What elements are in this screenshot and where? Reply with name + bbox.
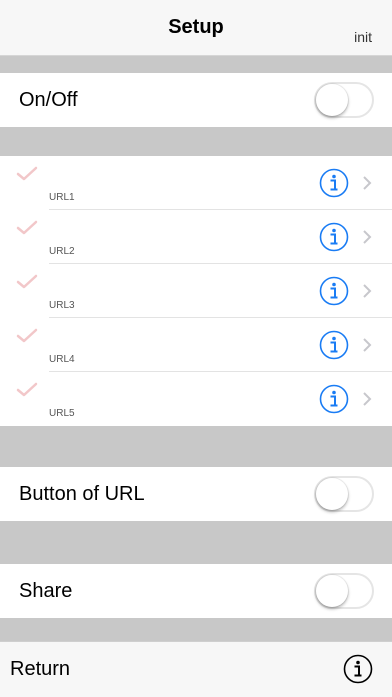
share-row: Share: [0, 564, 392, 618]
url-label: URL5: [49, 408, 75, 419]
button-of-url-label: Button of URL: [19, 483, 145, 505]
checkmark-icon: [16, 382, 38, 397]
chevron-right-icon: [363, 176, 372, 190]
toggle-knob: [316, 478, 348, 510]
nav-bar: Setup init: [0, 0, 392, 56]
onoff-row: On/Off: [0, 73, 392, 127]
info-circle-icon[interactable]: [319, 168, 349, 198]
share-toggle[interactable]: [314, 573, 374, 609]
url-row-3[interactable]: URL3: [0, 264, 392, 318]
url-list: URL1 URL2 URL3 URL4 URL5: [0, 156, 392, 426]
url-label: URL2: [49, 246, 75, 257]
chevron-right-icon: [363, 338, 372, 352]
chevron-right-icon: [363, 230, 372, 244]
url-row-1[interactable]: URL1: [0, 156, 392, 210]
info-circle-icon[interactable]: [319, 330, 349, 360]
chevron-right-icon: [363, 392, 372, 406]
url-label: URL4: [49, 354, 75, 365]
init-button[interactable]: init: [354, 29, 372, 45]
onoff-toggle[interactable]: [314, 82, 374, 118]
footer-toolbar: Return: [0, 641, 392, 697]
url-row-4[interactable]: URL4: [0, 318, 392, 372]
toggle-knob: [316, 84, 348, 116]
url-row-2[interactable]: URL2: [0, 210, 392, 264]
info-circle-icon[interactable]: [343, 654, 373, 684]
chevron-right-icon: [363, 284, 372, 298]
info-circle-icon[interactable]: [319, 222, 349, 252]
toggle-knob: [316, 575, 348, 607]
url-label: URL3: [49, 300, 75, 311]
return-button[interactable]: Return: [10, 658, 70, 681]
share-label: Share: [19, 580, 73, 602]
checkmark-icon: [16, 166, 38, 181]
page-title: Setup: [168, 16, 224, 38]
onoff-label: On/Off: [19, 89, 78, 111]
button-of-url-row: Button of URL: [0, 467, 392, 521]
url-label: URL1: [49, 192, 75, 203]
info-circle-icon[interactable]: [319, 384, 349, 414]
checkmark-icon: [16, 274, 38, 289]
url-row-5[interactable]: URL5: [0, 372, 392, 426]
info-circle-icon[interactable]: [319, 276, 349, 306]
button-of-url-toggle[interactable]: [314, 476, 374, 512]
checkmark-icon: [16, 328, 38, 343]
checkmark-icon: [16, 220, 38, 235]
